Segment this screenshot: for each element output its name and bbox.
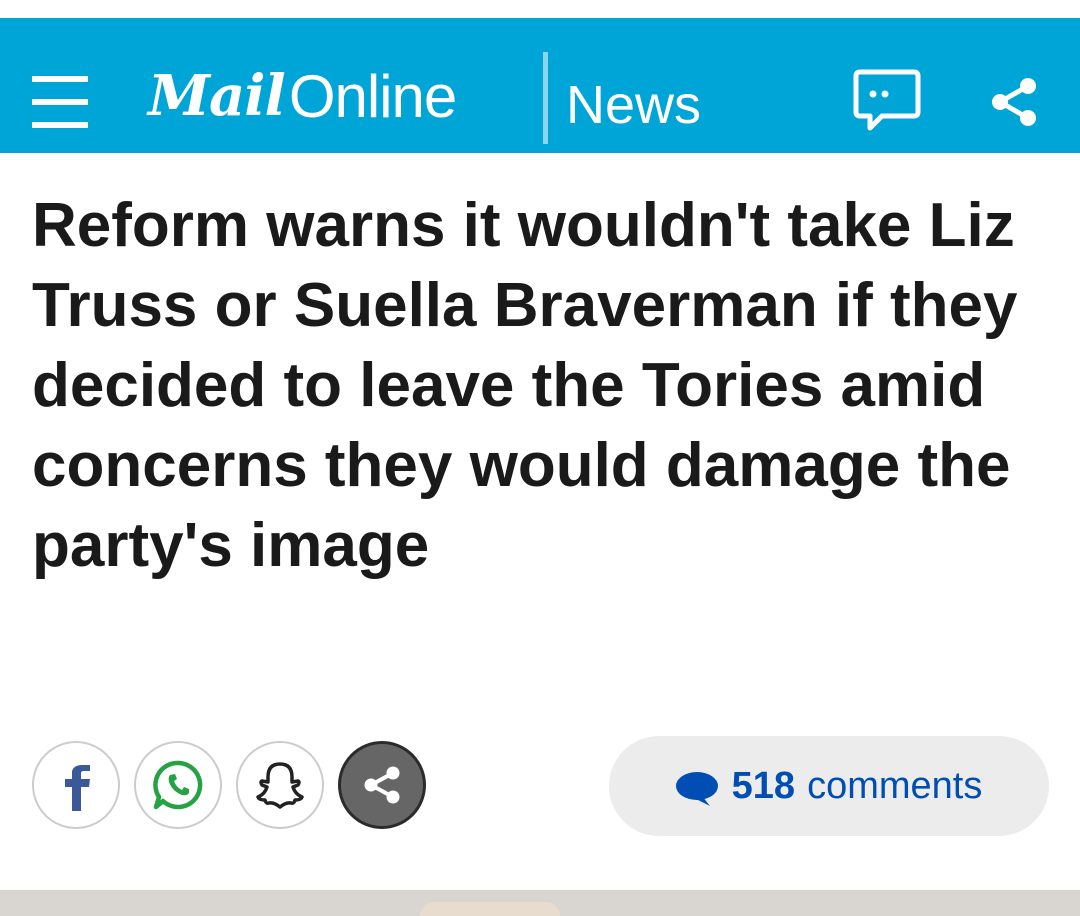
share-icon: [364, 766, 400, 804]
menu-button[interactable]: [32, 76, 88, 128]
snapchat-icon: [256, 762, 304, 809]
speech-bubble-icon: [675, 772, 718, 806]
hamburger-menu-icon-bar-bottom: [32, 122, 88, 128]
hamburger-menu-icon-bar-top: [32, 76, 88, 82]
article-image-preview: [0, 890, 1080, 916]
share-icon[interactable]: [988, 76, 1040, 128]
section-title[interactable]: News: [566, 74, 701, 136]
whatsapp-share-button[interactable]: [134, 741, 222, 829]
snapchat-share-button[interactable]: [236, 741, 324, 829]
whatsapp-icon: [153, 760, 203, 810]
article-image-fragment: [420, 902, 560, 916]
share-button[interactable]: [338, 741, 426, 829]
article-headline: Reform warns it wouldn't take Liz Truss …: [32, 191, 1018, 580]
site-header: Mail Online News: [0, 18, 1080, 153]
comments-count: 518: [731, 764, 796, 807]
header-divider: [543, 52, 548, 144]
logo-mail-wordmark: Mail: [148, 63, 286, 129]
facebook-icon: [65, 765, 90, 811]
site-logo[interactable]: Mail Online: [148, 56, 457, 136]
hamburger-menu-icon-bar-middle: [32, 99, 88, 105]
comment-bubble-icon[interactable]: [852, 68, 922, 134]
logo-online-wordmark: Online: [288, 62, 457, 130]
facebook-share-button[interactable]: [32, 741, 120, 829]
comments-label: comments: [807, 764, 983, 807]
comments-button[interactable]: 518 comments: [609, 736, 1049, 836]
status-bar-spacer: [0, 0, 1080, 18]
